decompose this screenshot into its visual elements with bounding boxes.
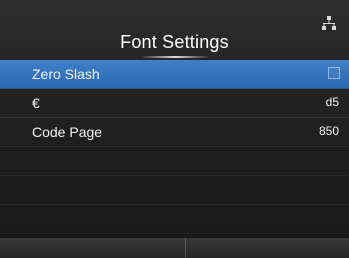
empty-row <box>0 147 349 176</box>
menu-item-value: d5 <box>325 95 339 109</box>
menu-item-label: Code Page <box>32 124 103 140</box>
menu-item-label: € <box>32 95 40 111</box>
title-bar: Font Settings <box>0 0 349 58</box>
right-softkey[interactable] <box>186 238 349 258</box>
empty-row <box>0 176 349 205</box>
title-underline <box>140 56 210 58</box>
settings-menu: Zero Slash € d5 Code Page 850 <box>0 60 349 234</box>
zero-slash-checkbox[interactable] <box>328 67 340 79</box>
menu-item-label: Zero Slash <box>32 66 100 82</box>
menu-item-euro[interactable]: € d5 <box>0 89 349 118</box>
page-title: Font Settings <box>120 32 229 52</box>
softkey-bar <box>0 238 349 258</box>
menu-item-zero-slash[interactable]: Zero Slash <box>0 60 349 89</box>
left-softkey[interactable] <box>0 238 186 258</box>
printer-display-screen: Font Settings Zero Slash € d5 Code Page … <box>0 0 349 258</box>
menu-item-code-page[interactable]: Code Page 850 <box>0 118 349 147</box>
empty-row <box>0 205 349 234</box>
network-icon <box>322 16 336 30</box>
menu-item-value: 850 <box>318 124 339 138</box>
